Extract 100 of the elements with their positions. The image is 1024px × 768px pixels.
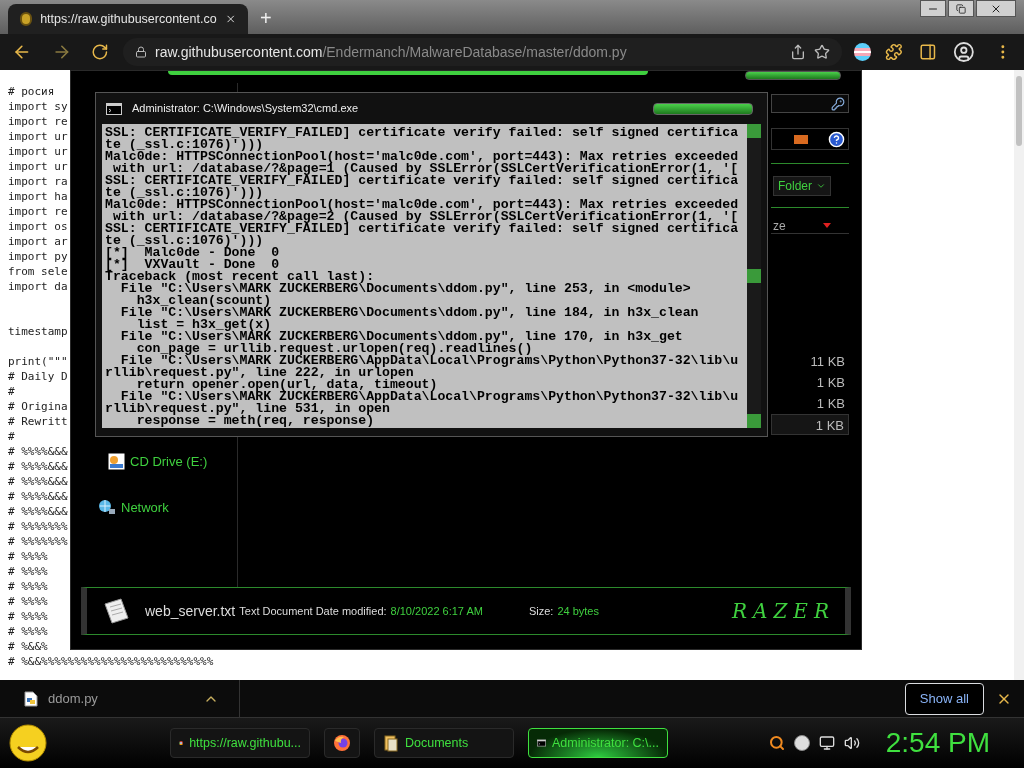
window-controls[interactable] [745,71,841,80]
star-icon[interactable] [813,44,830,60]
code-line: # %%%% [8,594,48,609]
browser-tab[interactable]: https://raw.githubusercontent.co [8,4,248,34]
console-line: File "C:\Users\MARK ZUCKERBERG\Documents\ddom.py", line 253, in <module> [119,283,692,295]
nav-item[interactable]: Network [121,497,169,517]
code-line: # %%%%&&& [8,459,68,474]
restore-icon[interactable] [948,0,974,17]
console-icon [106,102,122,115]
key-icon [831,96,845,111]
console-line: SSL: CERTIFICATE_VERIFY_FAILED] certificate verify failed: self signed certifica [105,223,740,235]
code-line: # Daily D [8,369,68,384]
code-line: # [8,429,15,444]
profile-icon[interactable] [952,41,975,63]
code-line: import re [8,204,68,219]
console-line: [*] VXVault - Done 0 [105,259,281,271]
file-size: 11 KB [809,353,846,371]
date-value: 8/10/2022 6:17 AM [390,603,483,619]
status-icon[interactable] [793,735,810,751]
search-icon[interactable] [768,735,785,751]
console-line: File "C:\Users\MARK ZUCKERBERG\Documents\ddom.py", line 170, in h3x_get [119,331,684,343]
code-line: # %%%% [8,609,48,624]
volume-icon[interactable] [843,735,860,751]
console-line: Malc0de: HTTPSConnectionPool(host='malc0de.com', port=443): Max retries exceeded [105,199,740,211]
minimize-icon[interactable] [920,0,946,17]
console-line: with url: /database/?&page=1 (Caused by SSLError(SSLCertVerificationError(1, '[ [112,163,740,175]
code-line: # %&&% [8,639,48,654]
logo: RAZER [731,598,835,625]
console-line: h3x_clean(scount) [136,295,273,307]
code-line: import ar [8,234,68,249]
date-label: Date modified: [315,603,387,619]
folder-icon [383,734,399,752]
share-icon[interactable] [789,44,806,60]
mail-icon[interactable] [794,134,808,144]
console-line: te (_ssl.c:1076)'))) [105,187,264,199]
clock[interactable]: 2:54 PM [885,722,990,764]
code-line: # [8,384,15,399]
network-icon[interactable] [818,735,835,751]
code-line: import ur [8,129,68,144]
address-bar[interactable]: raw.githubusercontent.com/Endermanch/MalwareDatabase/master/ddom.py [123,38,842,66]
console-line: Traceback (most recent call last): [105,271,375,283]
taskbar-button[interactable]: Administrator: C:\... [528,728,668,758]
taskbar-button[interactable]: https://raw.githubu... [170,728,310,758]
code-line: # %%%%&&& [8,444,68,459]
search-field[interactable] [771,94,849,113]
window-title: Administrator: C:\Windows\System32\cmd.exe [132,101,360,117]
console-line: File "C:\Users\MARK ZUCKERBERG\Documents\ddom.py", line 184, in h3x_clean [119,307,700,319]
code-line: timestamp [8,324,68,339]
code-line: # %%%%%%% [8,534,68,549]
download-name: ddom.py [48,689,99,708]
taskbar-button[interactable] [324,728,360,758]
puzzle-icon[interactable] [885,43,903,61]
console-line: response = meth(req, response) [136,415,375,427]
code-line: # Rewritt [8,414,68,429]
console-line: [*] Malc0de - Done 0 [105,247,281,259]
reload-icon[interactable] [91,43,110,61]
flag-icon[interactable] [853,43,872,61]
code-line: import ur [8,144,68,159]
code-line: # %%%%&&& [8,474,68,489]
code-line: from sele [8,264,68,279]
console-line: File "C:\Users\MARK ZUCKERBERG\AppData\Local\Programs\Python\Python37-32\lib\u [120,355,740,367]
size-label: Size: [528,603,554,619]
code-line: # %%%%&&& [8,489,68,504]
file-size: 1 KB [815,374,846,392]
code-line: # %&&%%%%%%%%%%%%%%%%%%%%%%%%%% [8,654,214,669]
code-line: import re [8,114,68,129]
code-line: print(""" [8,354,68,369]
console-line: con_page = urllib.request.urlopen(req).readlines() [136,343,533,355]
console-line: Malc0de: HTTPSConnectionPool(host='malc0de.com', port=443): Max retries exceeded [105,151,740,163]
window-controls[interactable] [653,102,753,115]
column-header[interactable]: ze [771,218,849,234]
code-line: import ur [8,159,68,174]
code-line: # Origina [8,399,68,414]
disc-drive-icon [108,453,125,471]
download-item[interactable]: ddom.py [0,680,240,717]
console-line: SSL: CERTIFICATE_VERIFY_FAILED] certificate verify failed: self signed certifica [105,127,740,139]
close-icon[interactable] [224,12,236,26]
view-dropdown[interactable]: Folder [773,175,831,196]
code-line: import sy [8,99,68,114]
nav-item[interactable]: CD Drive (E:) [130,452,208,472]
taskbar-button[interactable]: Documents [374,728,514,758]
console-line: return opener.open(url, data, timeout) [136,379,438,391]
help-icon[interactable] [828,130,845,148]
smiley-icon[interactable] [8,723,48,763]
sort-arrow-icon [823,223,831,228]
code-line: # %%%%&&& [8,504,68,519]
size-value: 24 bytes [557,603,599,619]
console-line: rllib\request.py", line 222, in urlopen [105,367,414,379]
favicon-icon [20,12,33,26]
code-line: import da [8,279,68,294]
fox-globe-icon [333,734,351,752]
show-all-button[interactable]: Show all [904,682,984,715]
side-panel-icon[interactable] [918,43,937,61]
document-icon [101,596,131,626]
close-icon[interactable] [976,0,1016,17]
console-line: with url: /database/?&page=2 (Caused by SSLError(SSLCertVerificationError(1, '[ [112,211,740,223]
new-tab-button[interactable]: + [256,8,276,28]
code-line: import ha [8,189,68,204]
file-type: Text Document [239,603,313,619]
globe-icon [98,499,116,516]
